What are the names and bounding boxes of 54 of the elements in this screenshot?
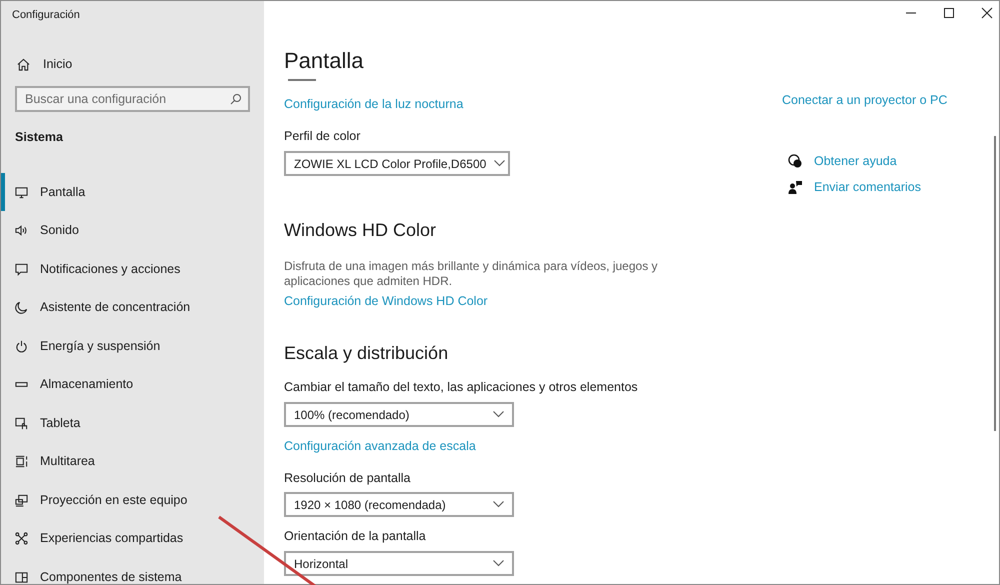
help-link[interactable]: Enviar comentarios bbox=[814, 179, 921, 195]
settings-link[interactable]: Configuración de la luz nocturna bbox=[284, 96, 464, 112]
home-icon bbox=[17, 58, 30, 71]
section-title: Sistema bbox=[15, 128, 64, 146]
nav-item[interactable]: Componentes de sistema bbox=[1, 558, 264, 585]
search-icon bbox=[230, 92, 242, 105]
dropdown[interactable]: 100% (recomendado) bbox=[284, 402, 514, 427]
section-heading: Windows HD Color bbox=[284, 219, 436, 241]
help-link[interactable]: Obtener ayuda bbox=[814, 153, 897, 169]
help-chat-icon bbox=[788, 154, 802, 168]
nav-item[interactable]: Multitarea bbox=[1, 442, 264, 481]
multitask-icon bbox=[15, 455, 28, 468]
dropdown[interactable]: 1920 × 1080 (recomendada) bbox=[284, 492, 514, 517]
scrollbar[interactable] bbox=[994, 136, 996, 431]
window-title: Configuración bbox=[11, 8, 81, 21]
nav-item[interactable]: Sonido bbox=[1, 211, 264, 250]
settings-link[interactable]: Configuración de Windows HD Color bbox=[284, 293, 488, 309]
field-label: Perfil de color bbox=[284, 128, 360, 144]
field-label: Orientación de la pantalla bbox=[284, 528, 426, 544]
nav-item[interactable]: Notificaciones y acciones bbox=[1, 250, 264, 288]
page-title: Pantalla bbox=[284, 48, 364, 74]
nav-item[interactable]: Pantalla bbox=[1, 172, 264, 212]
related-link[interactable]: Conectar a un proyector o PC bbox=[782, 92, 948, 108]
speech-bubble-icon bbox=[15, 262, 28, 276]
field-label: Resolución de pantalla bbox=[284, 470, 410, 486]
chevron-icon bbox=[493, 560, 504, 567]
components-icon bbox=[15, 570, 28, 584]
power-icon bbox=[15, 340, 28, 352]
moon-icon bbox=[15, 301, 28, 314]
projection-icon bbox=[15, 494, 28, 506]
settings-link[interactable]: Configuración avanzada de escala bbox=[284, 438, 476, 454]
feedback-person-icon bbox=[788, 180, 802, 194]
nav-item[interactable]: Energía y suspensión bbox=[1, 326, 264, 366]
search-field[interactable]: Buscar una configuración bbox=[15, 86, 250, 112]
tablet-icon bbox=[15, 416, 28, 430]
dropdown[interactable]: ZOWIE XL LCD Color Profile,D6500 bbox=[284, 151, 510, 176]
nav-item[interactable]: Experiencias compartidas bbox=[1, 519, 264, 558]
chevron-icon bbox=[493, 411, 504, 418]
nav-item[interactable]: Tableta bbox=[1, 404, 264, 442]
nav-item[interactable]: Proyección en este equipo bbox=[1, 480, 264, 520]
home-link[interactable]: Inicio bbox=[43, 55, 72, 74]
maximize-icon[interactable] bbox=[943, 7, 955, 19]
description-text: Disfruta de una imagen más brillante y dinámica para vídeos, juegos y aplicaciones que admiten HDR. bbox=[284, 259, 659, 289]
chevron-icon bbox=[494, 160, 506, 167]
nav-item[interactable]: Asistente de concentración bbox=[1, 288, 264, 327]
close-icon[interactable] bbox=[981, 7, 993, 19]
speaker-icon bbox=[15, 224, 28, 237]
dropdown[interactable]: Horizontal bbox=[284, 551, 514, 576]
nav-item[interactable]: Almacenamiento bbox=[1, 365, 264, 404]
monitor-icon bbox=[15, 186, 28, 198]
connection-icon bbox=[15, 532, 28, 545]
section-heading: Escala y distribución bbox=[284, 342, 448, 364]
chevron-icon bbox=[493, 501, 504, 508]
field-label: Cambiar el tamaño del texto, las aplicaciones y otros elementos bbox=[284, 379, 638, 395]
